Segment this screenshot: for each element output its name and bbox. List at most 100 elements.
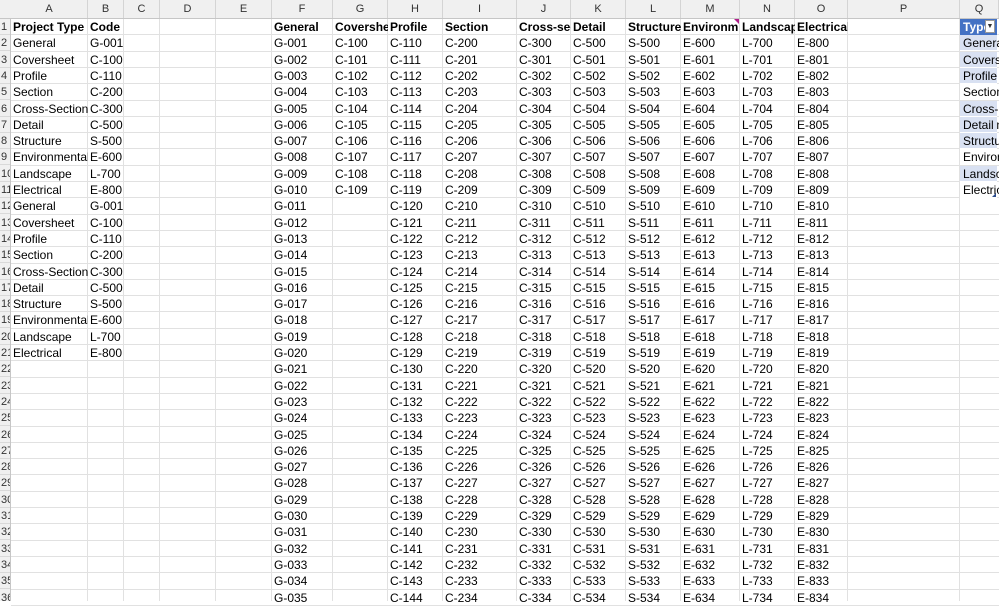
section-code-cell[interactable]: C-230 [443,524,517,540]
section-code-cell[interactable]: C-215 [443,280,517,296]
cross-section-code-cell[interactable]: C-328 [517,492,571,508]
electrical-code-cell[interactable]: E-823 [795,410,848,426]
environmental-code-cell[interactable]: E-619 [681,345,740,361]
row-header-1[interactable]: 1 [0,19,10,35]
general-code-cell[interactable]: G-002 [272,52,333,68]
column-header-g[interactable]: G [333,0,388,18]
cross-section-code-cell[interactable]: C-301 [517,52,571,68]
section-code-cell[interactable]: C-206 [443,133,517,149]
profile-code-cell[interactable]: C-111 [388,52,443,68]
electrical-code-cell[interactable]: E-816 [795,296,848,312]
environmental-code-cell[interactable]: E-629 [681,508,740,524]
profile-code-cell[interactable]: C-134 [388,427,443,443]
section-code-cell[interactable]: C-202 [443,68,517,84]
cross-section-code-cell[interactable]: C-305 [517,117,571,133]
landscape-code-cell[interactable]: L-727 [740,475,795,491]
general-code-cell[interactable]: G-017 [272,296,333,312]
cross-section-code-cell[interactable]: C-327 [517,475,571,491]
environmental-code-cell[interactable]: E-610 [681,198,740,214]
header-section[interactable]: Section [443,19,517,35]
profile-code-cell[interactable]: C-142 [388,557,443,573]
electrical-code-cell[interactable]: E-818 [795,329,848,345]
code-cell[interactable]: C-300 [88,264,124,280]
section-code-cell[interactable]: C-209 [443,182,517,198]
cross-section-code-cell[interactable]: C-329 [517,508,571,524]
electrical-code-cell[interactable]: E-812 [795,231,848,247]
project-type-cell[interactable]: Cross-Section [11,264,88,280]
cross-section-code-cell[interactable]: C-315 [517,280,571,296]
electrical-code-cell[interactable]: E-821 [795,378,848,394]
environmental-code-cell[interactable]: E-615 [681,280,740,296]
detail-code-cell[interactable]: C-501 [571,52,626,68]
structure-code-cell[interactable]: S-529 [626,508,681,524]
electrical-code-cell[interactable]: E-824 [795,427,848,443]
section-code-cell[interactable]: C-205 [443,117,517,133]
row-header-21[interactable]: 21 [0,345,10,361]
project-type-cell[interactable]: Coversheet [11,215,88,231]
structure-code-cell[interactable]: S-522 [626,394,681,410]
header-coversheet[interactable]: Coversheet [333,19,388,35]
row-header-26[interactable]: 26 [0,427,10,443]
header-landscape[interactable]: Landscape [740,19,795,35]
row-header-11[interactable]: 11 [0,182,10,198]
general-code-cell[interactable]: G-035 [272,590,333,606]
structure-code-cell[interactable]: S-507 [626,149,681,165]
profile-code-cell[interactable]: C-121 [388,215,443,231]
cross-section-code-cell[interactable]: C-302 [517,68,571,84]
general-code-cell[interactable]: G-013 [272,231,333,247]
environmental-code-cell[interactable]: E-626 [681,459,740,475]
drawing-type-item[interactable]: Section [960,84,999,101]
general-code-cell[interactable]: G-003 [272,68,333,84]
cross-section-code-cell[interactable]: C-319 [517,345,571,361]
cross-section-code-cell[interactable]: C-325 [517,443,571,459]
electrical-code-cell[interactable]: E-802 [795,68,848,84]
electrical-code-cell[interactable]: E-803 [795,84,848,100]
electrical-code-cell[interactable]: E-825 [795,443,848,459]
electrical-code-cell[interactable]: E-831 [795,541,848,557]
profile-code-cell[interactable]: C-115 [388,117,443,133]
project-type-cell[interactable]: Coversheet [11,52,88,68]
landscape-code-cell[interactable]: L-724 [740,427,795,443]
row-header-32[interactable]: 32 [0,524,10,541]
code-cell[interactable]: C-200 [88,247,124,263]
electrical-code-cell[interactable]: E-827 [795,475,848,491]
structure-code-cell[interactable]: S-504 [626,101,681,117]
electrical-code-cell[interactable]: E-820 [795,361,848,377]
project-type-cell[interactable]: Structure [11,296,88,312]
structure-code-cell[interactable]: S-519 [626,345,681,361]
landscape-code-cell[interactable]: L-701 [740,52,795,68]
header-general[interactable]: General [272,19,333,35]
column-header-d[interactable]: D [160,0,216,18]
landscape-code-cell[interactable]: L-713 [740,247,795,263]
code-cell[interactable]: G-001 [88,198,124,214]
general-code-cell[interactable]: G-025 [272,427,333,443]
detail-code-cell[interactable]: C-532 [571,557,626,573]
environmental-code-cell[interactable]: E-630 [681,524,740,540]
project-type-cell[interactable]: Cross-Section [11,101,88,117]
electrical-code-cell[interactable]: E-830 [795,524,848,540]
project-type-cell[interactable]: Structure [11,133,88,149]
environmental-code-cell[interactable]: E-623 [681,410,740,426]
row-header-10[interactable]: 10 [0,166,10,182]
structure-code-cell[interactable]: S-514 [626,264,681,280]
structure-code-cell[interactable]: S-524 [626,427,681,443]
column-header-m[interactable]: M [681,0,740,18]
environmental-code-cell[interactable]: E-603 [681,84,740,100]
detail-code-cell[interactable]: C-515 [571,280,626,296]
coversheet-code-cell[interactable]: C-100 [333,35,388,51]
general-code-cell[interactable]: G-005 [272,101,333,117]
electrical-code-cell[interactable]: E-834 [795,590,848,606]
cross-section-code-cell[interactable]: C-332 [517,557,571,573]
column-header-e[interactable]: E [216,0,272,18]
project-type-cell[interactable]: Profile [11,231,88,247]
header-environmental[interactable]: Environm [681,19,740,35]
landscape-code-cell[interactable]: L-718 [740,329,795,345]
profile-code-cell[interactable]: C-114 [388,101,443,117]
coversheet-code-cell[interactable]: C-102 [333,68,388,84]
general-code-cell[interactable]: G-034 [272,573,333,589]
row-header-7[interactable]: 7 [0,117,10,133]
cross-section-code-cell[interactable]: C-326 [517,459,571,475]
electrical-code-cell[interactable]: E-806 [795,133,848,149]
drawing-type-item[interactable]: Structure [960,133,999,150]
landscape-code-cell[interactable]: L-721 [740,378,795,394]
